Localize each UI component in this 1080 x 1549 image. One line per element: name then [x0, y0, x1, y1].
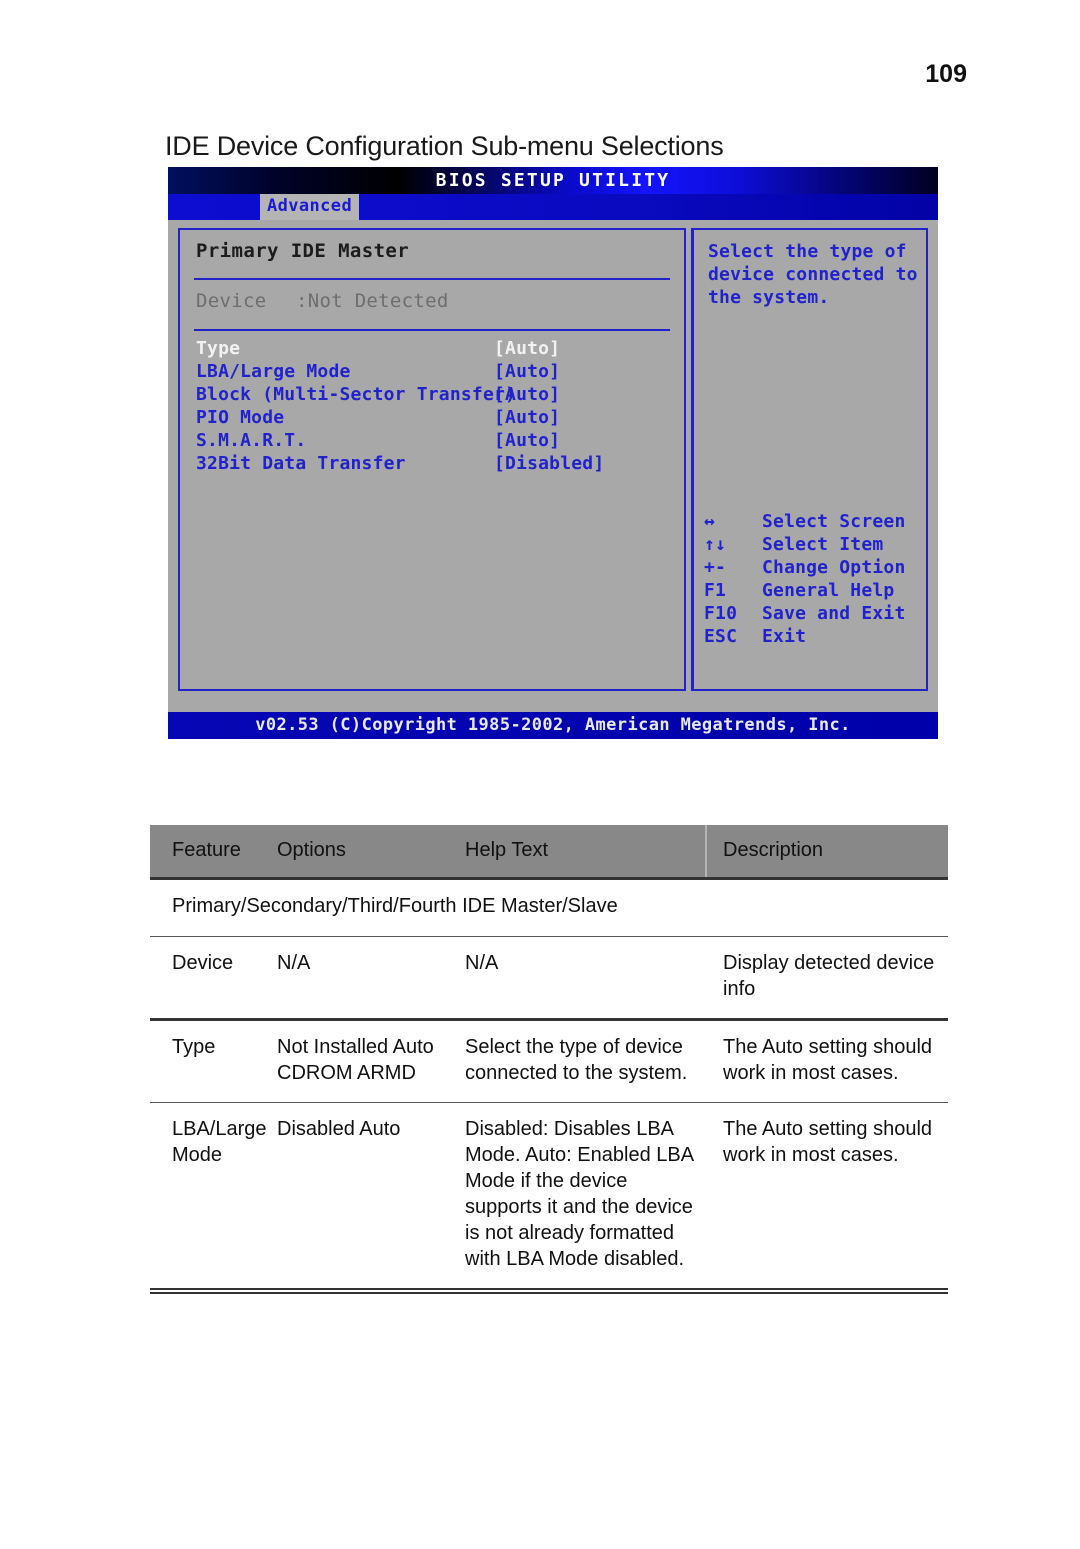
table-cell-options: Disabled Auto	[277, 1118, 401, 1140]
bios-option-row[interactable]: 32Bit Data Transfer [Disabled]	[196, 453, 666, 476]
bios-key-legend: ↔ Select Screen ↑↓ Select Item +- Change Opti…	[704, 511, 924, 649]
bios-option-row[interactable]: Block (Multi-Sector Transfer) [Auto]	[196, 384, 666, 407]
table-row: LBA/Large Mode Disabled Auto Disabled: Dis…	[150, 1103, 948, 1288]
table-cell-help: Disabled: Disables LBA Mode. Auto: Enabl…	[465, 1118, 693, 1270]
bios-option-label: 32Bit Data Transfer	[196, 453, 406, 474]
table-row: Type Not Installed Auto CDROM ARMD Select …	[150, 1021, 948, 1102]
bios-menubar: Advanced	[168, 194, 938, 220]
table-cell-description: Display detected device info	[723, 952, 935, 1000]
table-cell-description: The Auto setting should work in most cas…	[723, 1036, 933, 1084]
table-cell-help: Select the type of device connected to t…	[465, 1036, 688, 1084]
bios-key-description: General Help	[762, 580, 895, 601]
bios-key-legend-row: F10 Save and Exit	[704, 603, 924, 626]
bios-option-label: Block (Multi-Sector Transfer)	[196, 384, 517, 405]
bios-key-description: Exit	[762, 626, 807, 647]
page-title: IDE Device Configuration Sub-menu Select…	[165, 131, 724, 161]
bios-option-value[interactable]: [Auto]	[494, 361, 560, 382]
table-rule	[150, 1288, 948, 1294]
bios-key-glyph: +-	[704, 557, 727, 578]
bios-option-row[interactable]: S.M.A.R.T. [Auto]	[196, 430, 666, 453]
column-header-options: Options	[277, 839, 346, 861]
bios-option-row[interactable]: PIO Mode [Auto]	[196, 407, 666, 430]
table-cell-options: N/A	[277, 952, 311, 974]
page-number: 109	[925, 60, 967, 88]
table-row: Device N/A N/A Display detected device info	[150, 937, 948, 1018]
bios-help-pane: Select the type of device connected to t…	[691, 228, 928, 691]
bios-key-glyph: ESC	[704, 626, 738, 647]
bios-option-value[interactable]: [Disabled]	[494, 453, 604, 474]
bios-option-label: S.M.A.R.T.	[196, 430, 307, 451]
bios-key-glyph: F1	[704, 580, 727, 601]
bios-device-value: :Not Detected	[296, 290, 449, 312]
bios-key-legend-row: +- Change Option	[704, 557, 924, 580]
bios-key-glyph: F10	[704, 603, 738, 624]
bios-option-row[interactable]: Type [Auto]	[196, 338, 666, 361]
bios-settings-pane: Primary IDE Master Device :Not Detected T…	[178, 228, 686, 691]
header-column-divider	[705, 825, 707, 877]
column-header-help-text: Help Text	[465, 839, 549, 861]
table-cell-description: The Auto setting should work in most cas…	[723, 1118, 933, 1166]
table-body: Device N/A N/A Display detected device info…	[150, 937, 948, 1294]
feature-options-table: Feature Options Help Text Description Pr…	[150, 825, 948, 1294]
bios-key-description: Change Option	[762, 557, 906, 578]
bios-setup-screenshot: BIOS SETUP UTILITY Advanced Primary IDE …	[168, 167, 938, 739]
bios-device-row: Device :Not Detected	[196, 290, 449, 312]
column-header-description: Description	[723, 839, 824, 861]
bios-key-legend-row: ↔ Select Screen	[704, 511, 924, 534]
bios-option-label: Type	[196, 338, 241, 359]
table-cell-feature: Type	[172, 1036, 216, 1058]
tab-advanced[interactable]: Advanced	[260, 194, 360, 220]
bios-option-value[interactable]: [Auto]	[494, 384, 560, 405]
bios-option-value[interactable]: [Auto]	[494, 407, 560, 428]
bios-key-legend-row: F1 General Help	[704, 580, 924, 603]
table-cell-help: N/A	[465, 952, 499, 974]
bios-title: BIOS SETUP UTILITY	[435, 170, 671, 191]
table-cell-options: Not Installed Auto CDROM ARMD	[277, 1036, 434, 1084]
bios-pane-heading: Primary IDE Master	[196, 240, 410, 262]
bios-device-label: Device	[196, 290, 267, 312]
bios-help-text: Select the type of device connected to t…	[708, 241, 918, 308]
bios-option-value[interactable]: [Auto]	[494, 338, 560, 359]
bios-key-glyph: ↑↓	[704, 534, 727, 555]
column-header-feature: Feature	[172, 839, 241, 861]
bios-option-list: Type [Auto] LBA/Large Mode [Auto] Block (Mul…	[196, 338, 666, 476]
bios-option-label: PIO Mode	[196, 407, 285, 428]
table-cell-feature: Device	[172, 952, 234, 974]
bios-key-description: Select Item	[762, 534, 884, 555]
bios-key-glyph: ↔	[704, 511, 716, 532]
bios-key-description: Select Screen	[762, 511, 906, 532]
bios-key-legend-row: ESC Exit	[704, 626, 924, 649]
bios-key-legend-row: ↑↓ Select Item	[704, 534, 924, 557]
table-header-row: Feature Options Help Text Description	[150, 825, 948, 877]
bios-key-description: Save and Exit	[762, 603, 906, 624]
bios-footer-copyright: v02.53 (C)Copyright 1985-2002, American …	[168, 712, 938, 739]
bios-titlebar: BIOS SETUP UTILITY	[168, 167, 938, 194]
bios-body: Primary IDE Master Device :Not Detected T…	[168, 220, 938, 712]
bios-option-value[interactable]: [Auto]	[494, 430, 560, 451]
bios-option-row[interactable]: LBA/Large Mode [Auto]	[196, 361, 666, 384]
divider-rule-bottom	[194, 329, 670, 331]
bios-option-label: LBA/Large Mode	[196, 361, 351, 382]
table-cell-feature: LBA/Large Mode	[172, 1118, 267, 1166]
table-span-row: Primary/Secondary/Third/Fourth IDE Maste…	[172, 895, 618, 917]
divider-rule-top	[194, 278, 670, 280]
